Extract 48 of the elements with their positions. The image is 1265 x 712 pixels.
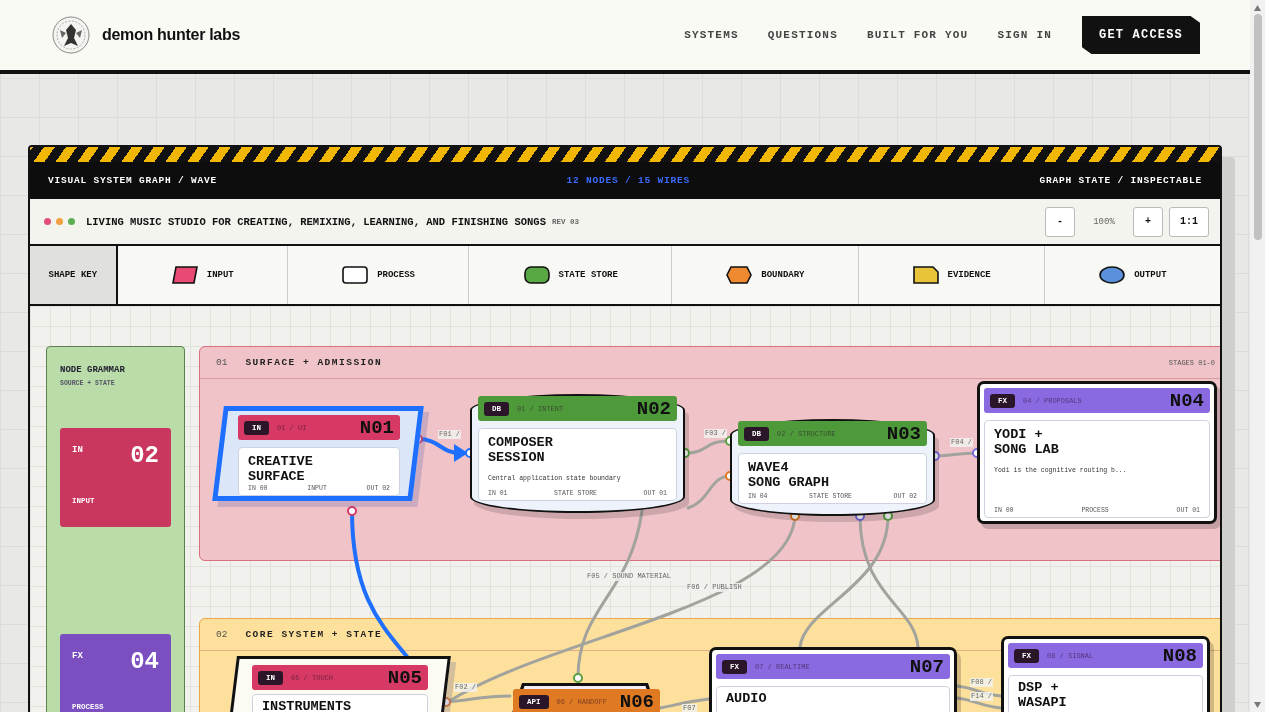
shape-key-item: EVIDENCE xyxy=(947,270,991,280)
node-id: N03 xyxy=(886,422,921,445)
scroll-down-icon[interactable] xyxy=(1253,701,1262,709)
stage-number: 01 xyxy=(216,357,228,368)
nav-link[interactable]: BUILT FOR YOU xyxy=(866,29,969,41)
reset-zoom-button[interactable]: 1:1 xyxy=(1169,206,1209,237)
card-count: 02 xyxy=(130,442,159,469)
shape-key-item: PROCESS xyxy=(377,270,415,280)
shape-key-label: SHAPE KEY xyxy=(30,246,118,304)
shape-key-item: OUTPUT xyxy=(1134,270,1167,280)
node-id: N08 xyxy=(1162,644,1197,667)
node-id: N07 xyxy=(909,655,944,678)
graph-title: VISUAL SYSTEM GRAPH / WAVE xyxy=(48,175,218,186)
node-title: CREATIVE SURFACE xyxy=(248,455,314,485)
stage-title: SURFACE + ADMISSION xyxy=(245,357,383,368)
nav-link[interactable]: SYSTEMS xyxy=(684,29,739,41)
get-access-button[interactable]: GET ACCESS xyxy=(1082,16,1200,54)
nav-link[interactable]: SIGN IN xyxy=(997,29,1052,41)
node-title: WAVE4 SONG GRAPH xyxy=(748,461,830,491)
node-title: INSTRUMENTS xyxy=(262,700,353,712)
brand-name: demon hunter labs xyxy=(102,26,241,44)
logo-icon xyxy=(52,16,90,54)
shape-key-item: BOUNDARY xyxy=(761,270,805,280)
zoom-in-button[interactable]: + xyxy=(1133,206,1163,237)
zoom-out-button[interactable]: - xyxy=(1045,206,1075,237)
graph-counts: 12 NODES / 15 WIRES xyxy=(566,175,690,186)
node-title: COMPOSER SESSION xyxy=(488,436,554,466)
card-count: 04 xyxy=(130,648,159,675)
card-tag: FX xyxy=(72,651,83,661)
node-id: N04 xyxy=(1169,389,1204,412)
node-id: N06 xyxy=(619,690,654,712)
node-id: N05 xyxy=(387,666,422,689)
node-id: N02 xyxy=(636,397,671,420)
card-tag: IN xyxy=(72,445,83,455)
stage-number: 02 xyxy=(216,629,228,640)
nav-link[interactable]: QUESTIONS xyxy=(767,29,838,41)
stage-title: CORE SYSTEM + STATE xyxy=(245,629,383,640)
zoom-level: 100% xyxy=(1092,216,1116,227)
shape-key-item: INPUT xyxy=(206,270,234,280)
graph-state: GRAPH STATE / INSPECTABLE xyxy=(1039,175,1202,186)
node-title: DSP + WASAPI xyxy=(1018,681,1068,711)
studio-title: LIVING MUSIC STUDIO FOR CREATING, REMIXING, LEARNING, AND FINISHING SONGS xyxy=(86,215,546,228)
scroll-up-icon[interactable] xyxy=(1253,4,1262,12)
node-title: YODI + SONG LAB xyxy=(994,428,1060,458)
panel-title: NODE GRAMMAR xyxy=(60,365,126,375)
node-title: AUDIO xyxy=(726,692,768,707)
node-id: N01 xyxy=(359,416,394,439)
shape-key-item: STATE STORE xyxy=(558,270,618,280)
